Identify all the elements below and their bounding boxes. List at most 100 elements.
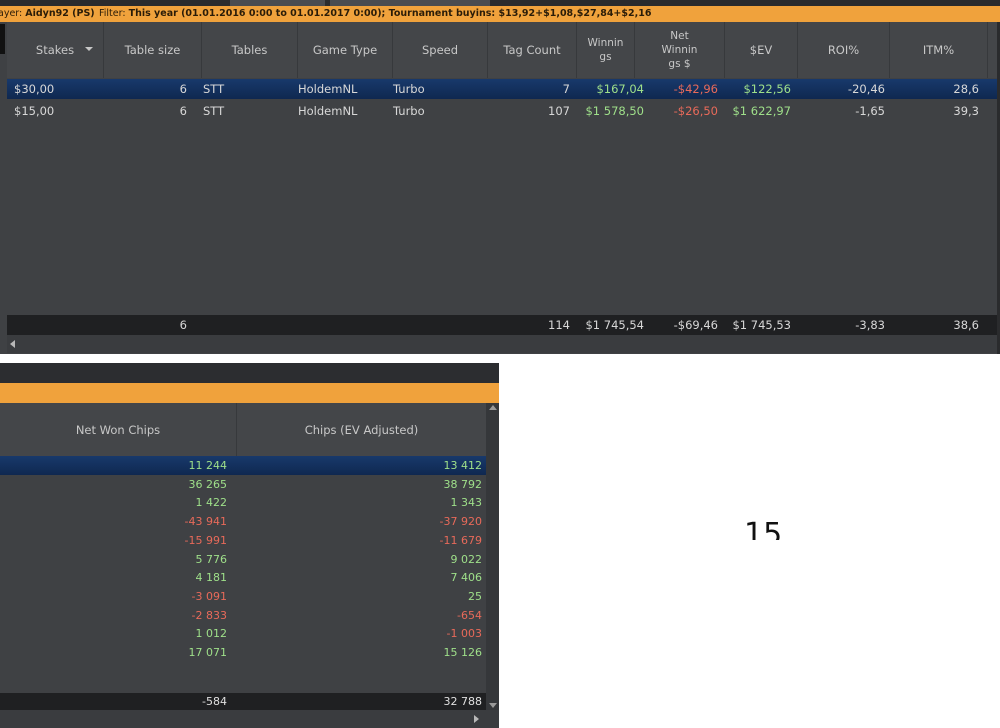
- table-row[interactable]: -2 833 -654: [0, 606, 486, 625]
- footer-net-winnings: -$69,46: [673, 318, 718, 332]
- table-row[interactable]: 36 265 38 792: [0, 475, 486, 494]
- scroll-down-icon[interactable]: [489, 703, 497, 708]
- cell-chips-ev-adjusted: 13 412: [443, 459, 483, 472]
- sort-desc-icon: [85, 47, 93, 51]
- footer-winnings: $1 745,54: [585, 318, 644, 332]
- cell-tables: STT: [203, 82, 225, 96]
- table-row[interactable]: $15,00 6 STT HoldemNL Turbo 107 $1 578,5…: [7, 101, 1000, 121]
- cell-net-winnings: -$26,50: [673, 104, 718, 118]
- scroll-up-icon[interactable]: [489, 405, 497, 410]
- vertical-scrollbar[interactable]: [486, 403, 499, 710]
- cell-winnings: $167,04: [596, 82, 644, 96]
- cell-table-size: 6: [179, 104, 187, 118]
- stats-table-header: Stakes Table size Tables Game Type Speed…: [7, 22, 1000, 78]
- table-row[interactable]: 11 244 13 412: [0, 456, 486, 475]
- cell-chips-ev-adjusted: -11 679: [439, 533, 482, 547]
- cell-stakes: $30,00: [14, 82, 55, 96]
- cell-ev: $122,56: [743, 82, 791, 96]
- cell-winnings: $1 578,50: [585, 104, 644, 118]
- filter-value[interactable]: This year (01.01.2016 0:00 to 01.01.2017…: [129, 8, 652, 19]
- table-row[interactable]: -43 941 -37 920: [0, 512, 486, 531]
- cell-chips-ev-adjusted: 1 343: [450, 496, 483, 510]
- side-tab[interactable]: [0, 24, 5, 54]
- table-row[interactable]: $30,00 6 STT HoldemNL Turbo 7 $167,04 -$…: [7, 79, 1000, 99]
- cell-itm: 28,6: [953, 82, 979, 96]
- table-row[interactable]: 1 012 -1 003: [0, 624, 486, 643]
- column-header-tag-count[interactable]: Tag Count: [488, 22, 577, 78]
- cell-net-won-chips: 1 012: [195, 627, 228, 641]
- cell-speed: Turbo: [393, 104, 425, 118]
- scroll-left-icon[interactable]: [10, 340, 15, 348]
- horizontal-scrollbar[interactable]: [0, 710, 499, 728]
- cell-game-type: HoldemNL: [298, 104, 358, 118]
- footer-itm: 38,6: [953, 318, 979, 332]
- column-header-ev[interactable]: $EV: [725, 22, 798, 78]
- cell-net-won-chips: 1 422: [195, 496, 228, 510]
- cell-chips-ev-adjusted: 9 022: [450, 552, 483, 566]
- cell-chips-ev-adjusted: 7 406: [450, 571, 483, 585]
- cell-tag-count: 107: [548, 104, 570, 118]
- player-label: ayer:: [0, 8, 23, 19]
- chips-window: Net Won Chips Chips (EV Adjusted) 11 244…: [0, 363, 499, 728]
- column-header-speed[interactable]: Speed: [393, 22, 488, 78]
- cell-net-won-chips: 5 776: [195, 552, 228, 566]
- cell-tables: STT: [203, 104, 225, 118]
- footer-tag-count: 114: [548, 318, 570, 332]
- cell-net-won-chips: 11 244: [188, 459, 228, 472]
- cell-itm: 39,3: [953, 104, 979, 118]
- scroll-right-icon[interactable]: [474, 715, 479, 723]
- stats-table-body: $30,00 6 STT HoldemNL Turbo 7 $167,04 -$…: [7, 79, 1000, 315]
- cell-chips-ev-adjusted: 15 126: [443, 646, 483, 659]
- column-header-itm[interactable]: ITM%: [890, 22, 988, 78]
- column-header-stakes[interactable]: Stakes: [7, 22, 104, 78]
- cell-roi: -20,46: [847, 82, 885, 96]
- chips-window-filter-bar: [0, 383, 499, 403]
- chips-table-footer: -584 32 788: [0, 693, 486, 710]
- table-row[interactable]: 17 071 15 126: [0, 643, 486, 662]
- table-row[interactable]: 4 181 7 406: [0, 568, 486, 587]
- column-header-net-winnings[interactable]: Net Winnin gs $: [635, 22, 725, 78]
- column-header-roi[interactable]: ROI%: [798, 22, 890, 78]
- cell-chips-ev-adjusted: -1 003: [446, 627, 482, 641]
- table-row[interactable]: -15 991 -11 679: [0, 531, 486, 550]
- stats-window: ayer: Aidyn92 (PS) Filter: This year (01…: [0, 0, 1000, 354]
- footer-ev: $1 745,53: [732, 318, 791, 332]
- filter-bar: ayer: Aidyn92 (PS) Filter: This year (01…: [0, 6, 1000, 22]
- table-row[interactable]: 5 776 9 022: [0, 550, 486, 569]
- cell-net-won-chips: -15 991: [184, 533, 227, 547]
- horizontal-scrollbar[interactable]: [7, 335, 1000, 353]
- cell-tag-count: 7: [562, 82, 570, 96]
- cell-game-type: HoldemNL: [298, 82, 358, 96]
- column-header-game-type[interactable]: Game Type: [298, 22, 393, 78]
- cell-net-won-chips: -3 091: [191, 589, 227, 603]
- player-name[interactable]: Aidyn92 (PS): [25, 8, 94, 19]
- large-number-text: 15: [744, 518, 783, 540]
- column-header-table-size[interactable]: Table size: [104, 22, 202, 78]
- chips-table-body: 11 244 13 412 36 265 38 792 1 422 1 343 -43 94…: [0, 456, 486, 692]
- stats-table-footer: 6 114 $1 745,54 -$69,46 $1 745,53 -3,83 …: [7, 315, 1000, 335]
- chips-window-titlebar: [0, 363, 499, 383]
- cell-table-size: 6: [179, 82, 187, 96]
- cell-chips-ev-adjusted: -37 920: [439, 515, 482, 529]
- column-header-net-won-chips[interactable]: Net Won Chips: [0, 403, 237, 456]
- table-row[interactable]: -3 091 25: [0, 587, 486, 606]
- column-header-tables[interactable]: Tables: [202, 22, 298, 78]
- cell-net-won-chips: 36 265: [188, 477, 228, 491]
- footer-net-won-chips: -584: [202, 695, 227, 708]
- column-header-winnings[interactable]: Winnin gs: [577, 22, 635, 78]
- cell-speed: Turbo: [393, 82, 425, 96]
- footer-chips-ev-adjusted: 32 788: [443, 695, 483, 708]
- cell-net-won-chips: 17 071: [188, 646, 228, 659]
- table-row[interactable]: 1 422 1 343: [0, 493, 486, 512]
- cell-net-won-chips: -2 833: [191, 608, 227, 622]
- cell-chips-ev-adjusted: 25: [468, 589, 482, 603]
- cell-net-won-chips: -43 941: [184, 515, 227, 529]
- footer-table-size: 6: [179, 318, 187, 332]
- filter-label: Filter:: [99, 8, 126, 19]
- chips-table-header: Net Won Chips Chips (EV Adjusted): [0, 403, 486, 456]
- cell-net-winnings: -$42,96: [673, 82, 718, 96]
- cell-roi: -1,65: [855, 104, 885, 118]
- cell-net-won-chips: 4 181: [195, 571, 228, 585]
- cell-chips-ev-adjusted: -654: [457, 608, 482, 622]
- column-header-chips-ev-adjusted[interactable]: Chips (EV Adjusted): [237, 403, 486, 456]
